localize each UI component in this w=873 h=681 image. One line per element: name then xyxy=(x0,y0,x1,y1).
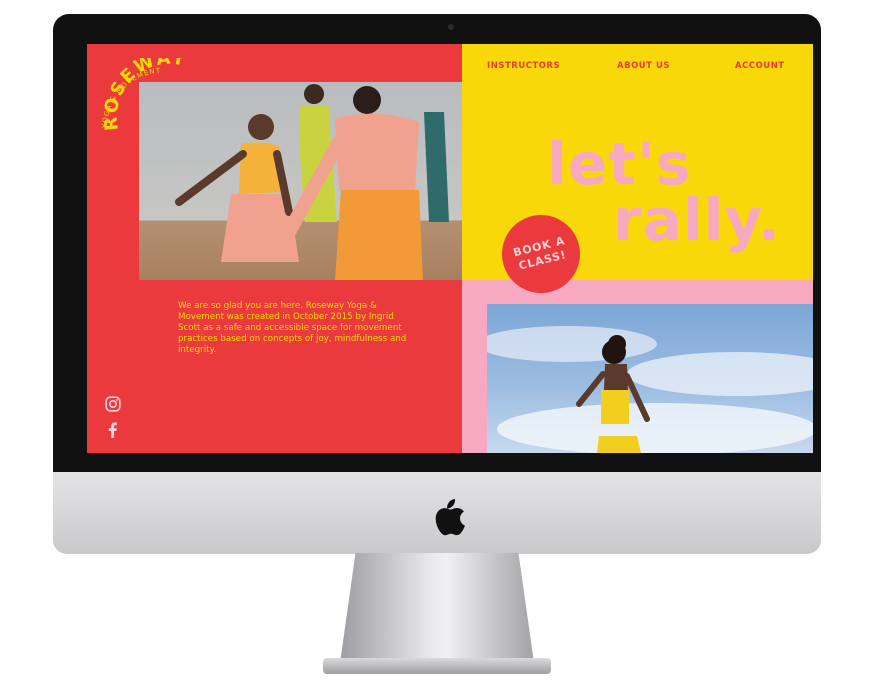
headline-line-2: rally. xyxy=(613,186,782,254)
dance-class-photo xyxy=(139,82,462,280)
nav-about-us[interactable]: ABOUT US xyxy=(617,60,670,70)
camera-icon xyxy=(448,24,454,30)
apple-icon xyxy=(435,499,465,536)
nav-account[interactable]: ACCOUNT xyxy=(735,60,785,70)
runner-photo xyxy=(487,304,813,453)
monitor-screen: YOGA & MOVEMENT ROSEWAY We are so glad y… xyxy=(87,44,813,453)
nav-instructors[interactable]: INSTRUCTORS xyxy=(487,60,560,70)
pink-strip xyxy=(462,304,487,453)
hero-headline: let's rally. xyxy=(547,135,782,254)
instagram-icon[interactable] xyxy=(105,396,121,412)
monitor-base xyxy=(323,658,551,674)
intro-text: We are so glad you are here. Roseway Yog… xyxy=(178,301,407,355)
facebook-icon[interactable] xyxy=(107,422,119,438)
monitor-stand xyxy=(340,553,534,663)
